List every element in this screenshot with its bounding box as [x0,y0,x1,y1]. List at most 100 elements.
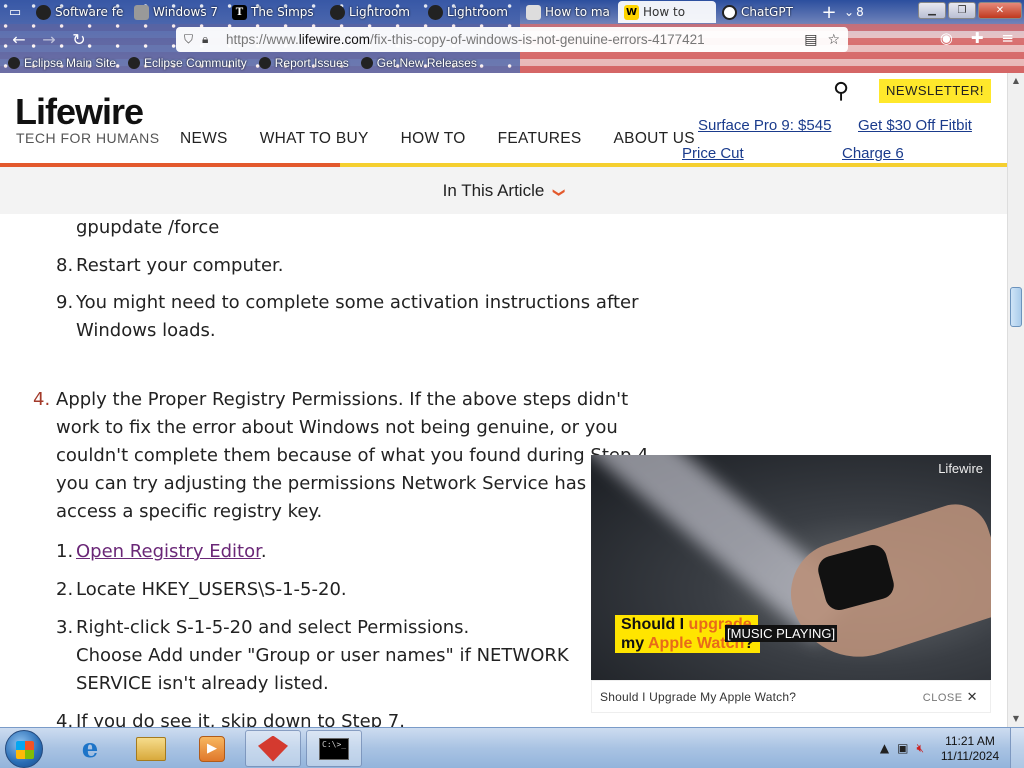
tab-label: Lightroom [447,5,508,19]
network-icon[interactable]: ▣ [897,741,908,756]
bookmark-report-issues[interactable]: Report Issues [258,56,349,70]
github-icon [428,4,443,20]
tab-label: Software fe [55,5,124,19]
tab-simps[interactable]: T The Simps [226,1,324,23]
page-scrollbar[interactable]: ▲ ▼ [1007,73,1024,727]
nav-how-to[interactable]: HOW TO [401,130,466,148]
url-text[interactable]: https://www.lifewire.com/fix-this-copy-o… [226,32,705,47]
promo-fitbit[interactable]: Get $30 Off Fitbit [858,117,972,134]
video-player[interactable]: Lifewire Should I upgrade my Apple Watch… [591,455,991,680]
shield-icon[interactable]: ⛉ [184,32,202,47]
search-icon[interactable]: ⚲ [833,79,849,104]
caption-text: Should I [621,616,689,633]
volume-muted-icon[interactable]: 🔇︎ [916,741,924,756]
extensions-icon[interactable]: ✚ [971,29,984,47]
reader-view-icon[interactable]: ▤ [804,32,817,48]
github-icon [258,57,271,69]
promo-charge-6[interactable]: Charge 6 [842,145,904,162]
eclipse-icon [8,57,20,69]
tab-software[interactable]: Software fe [30,1,128,23]
reload-icon[interactable]: ↻ [68,29,90,51]
address-bar[interactable]: ⛉ 🔒︎ https://www.lifewire.com/fix-this-c… [176,27,848,52]
bookmark-new-releases[interactable]: Get New Releases [360,56,477,70]
list-number: 3. [56,617,74,638]
tab-how-to-ma[interactable]: How to ma [520,1,618,23]
step-4-text: If you do see it, skip down to Step 7. [76,711,405,727]
github-icon [36,4,51,20]
bookmark-eclipse-main[interactable]: Eclipse Main Site [8,56,116,70]
site-logo[interactable]: Lifewire [15,91,144,133]
web-page: Lifewire TECH FOR HUMANS NEWS WHAT TO BU… [0,73,1007,727]
tab-lightroom-1[interactable]: Lightroom [324,1,422,23]
step-9-text-cont: Windows loads. [76,320,216,341]
command-prompt-icon: C:\>_ [319,737,349,760]
url-path: /fix-this-copy-of-windows-is-not-genuine… [370,32,705,47]
bookmark-star-icon[interactable]: ☆ [827,32,840,48]
tab-lightroom-2[interactable]: Lightroom [422,1,520,23]
step-3-text: Right-click S-1-5-20 and select Permissi… [76,617,470,638]
video-footer: Should I Upgrade My Apple Watch? CLOSE ✕ [591,680,991,713]
github-icon [330,4,345,20]
show-hidden-icons-icon[interactable]: ▲ [880,741,889,756]
tab-label: How to [643,5,686,19]
start-button[interactable] [5,730,43,768]
promo-price-cut[interactable]: Price Cut [682,145,744,162]
bookmark-label: Eclipse Main Site [24,56,117,70]
taskbar: e ▶ C:\>_ ▲ ▣ 🔇︎ 11:21 AM 11/11/2024 [0,727,1024,768]
scroll-down-icon[interactable]: ▼ [1008,711,1024,727]
scrollbar-thumb[interactable] [1010,287,1022,327]
tab-chatgpt[interactable]: ChatGPT [716,1,814,23]
newsletter-button[interactable]: NEWSLETTER! [879,79,991,103]
nav-features[interactable]: FEATURES [498,130,582,148]
open-registry-editor-link[interactable]: Open Registry Editor [76,541,261,562]
close-window-button[interactable]: ✕ [978,2,1022,19]
url-prefix: https://www. [226,32,299,47]
taskbar-firefox[interactable] [245,730,301,767]
github-icon [360,57,373,69]
menu-icon[interactable]: ≡ [1001,29,1014,47]
bookmark-eclipse-community[interactable]: Eclipse Community [128,56,247,70]
taskbar-file-explorer[interactable] [123,730,179,767]
tab-bar: ▭ Software fe Windows 7 T The Simps Light… [0,0,1024,24]
tab-label: The Simps [251,5,314,19]
taskbar-command-prompt[interactable]: C:\>_ [306,730,362,767]
tab-windows7[interactable]: Windows 7 [128,1,226,23]
chevron-down-icon: ❯ [552,187,567,198]
browser-icon [258,735,288,762]
chatgpt-icon [722,4,737,20]
tray-icons: ▲ ▣ 🔇︎ [880,741,924,756]
system-clock[interactable]: 11:21 AM 11/11/2024 [938,734,1002,764]
step-3-text-cont: Choose Add under "Group or user names" i… [76,645,569,666]
tab-how-to-active[interactable]: W How to [618,1,716,23]
in-this-article-toggle[interactable]: In This Article ❯ [0,167,1007,214]
nyt-icon: T [232,4,247,20]
nav-news[interactable]: NEWS [180,130,228,148]
nav-what-to-buy[interactable]: WHAT TO BUY [260,130,369,148]
promo-surface-pro[interactable]: Surface Pro 9: $545 [698,117,831,134]
tab-list-button[interactable]: ⌄ 8 [844,5,870,19]
minimize-button[interactable]: ▁ [918,2,946,19]
clock-time: 11:21 AM [945,733,995,748]
document-icon [526,4,541,20]
tab-label: Lightroom [349,5,410,19]
taskbar-media-player[interactable]: ▶ [184,730,240,767]
forward-arrow-icon[interactable]: → [38,29,60,51]
scroll-up-icon[interactable]: ▲ [1008,73,1024,89]
clock-date: 11/11/2024 [940,748,1000,763]
video-close-button[interactable]: CLOSE ✕ [923,689,978,705]
new-tab-button[interactable]: + [814,2,844,23]
step-9-text: You might need to complete some activati… [76,292,639,313]
tab-label: How to ma [545,5,610,19]
show-desktop-button[interactable] [1010,728,1024,768]
bookmark-label: Get New Releases [376,56,477,70]
maximize-button[interactable]: ❐ [948,2,976,19]
step-2-text: Locate HKEY_USERS\S-1-5-20. [76,579,347,600]
section-4-text: you can try adjusting the permissions Ne… [56,473,610,494]
lock-icon[interactable]: 🔒︎ [202,32,220,47]
tab-overview-icon[interactable]: ▭ [0,5,30,20]
video-brand: Lifewire [938,461,983,476]
taskbar-internet-explorer[interactable]: e [62,730,118,767]
back-arrow-icon[interactable]: ← [8,29,30,51]
account-icon[interactable]: ◉ [940,29,953,47]
list-number: 1. [56,541,74,562]
